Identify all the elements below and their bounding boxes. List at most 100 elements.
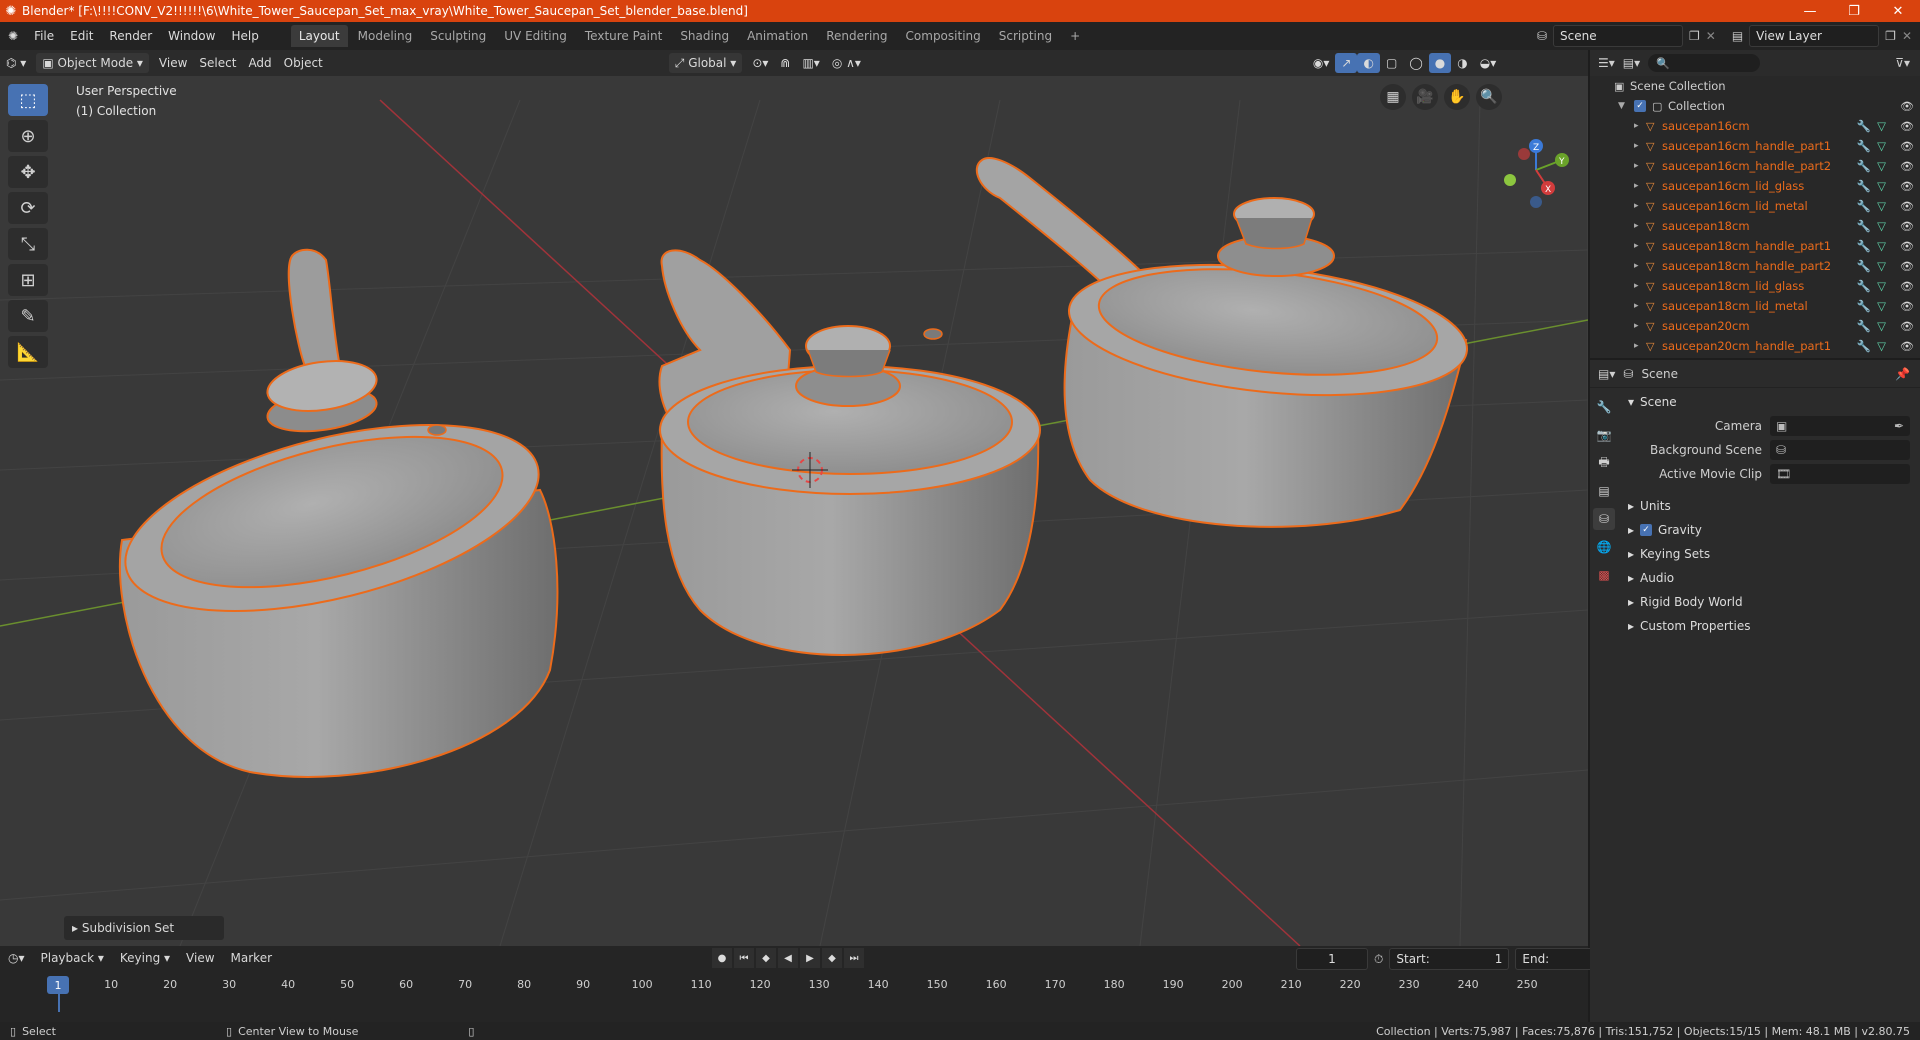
expand-chevron-icon[interactable]: ▸ [1634,221,1646,231]
scale-tool-icon[interactable]: ⤡ [8,228,48,260]
visibility-icon[interactable]: ◉▾ [1307,53,1336,73]
audio-panel-header[interactable]: ▸ Audio [1620,566,1920,590]
restore-icon[interactable]: ❐ [1832,0,1876,22]
annotate-tool-icon[interactable]: ✎ [8,300,48,332]
gravity-checkbox[interactable]: ✓ [1640,524,1653,536]
eye-icon[interactable]: 👁 [1900,300,1914,313]
shading-rendered-icon[interactable]: ◒▾ [1474,53,1503,73]
toggle-camera-ortho-icon[interactable]: ▦ [1380,84,1406,110]
outliner-editor[interactable]: ☰▾ ▤▾ 🔍 ⊽▾ ▣ Scene Collection ▼ ✓ ▢ Coll… [1590,50,1920,358]
transform-orientation-dropdown[interactable]: ⤢ Global ▾ [668,53,743,73]
expand-chevron-icon[interactable]: ▸ [1634,321,1646,331]
measure-tool-icon[interactable]: 📐 [8,336,48,368]
outliner-object-row[interactable]: ▸ ▽ saucepan18cm 🔧 ▽ 👁 [1590,216,1920,236]
mesh-data-icon[interactable]: ▽ [1877,199,1886,213]
modifier-wrench-icon[interactable]: 🔧 [1857,239,1871,253]
eye-icon[interactable]: 👁 [1900,220,1914,233]
current-frame-indicator[interactable]: 1 [47,976,69,994]
modifier-wrench-icon[interactable]: 🔧 [1857,299,1871,313]
menu-playback[interactable]: Playback ▾ [33,951,112,965]
move-tool-icon[interactable]: ✥ [8,156,48,188]
mesh-data-icon[interactable]: ▽ [1877,119,1886,133]
properties-editor[interactable]: ▤▾ ⛁ Scene 📌 🔧 📷 🖶 ▤ ⛁ 🌐 ▩ ▾ Scene Camer… [1590,360,1920,1022]
shading-solid-icon[interactable]: ● [1428,53,1452,73]
outliner-object-row[interactable]: ▸ ▽ saucepan18cm_handle_part1 🔧 ▽ 👁 [1590,236,1920,256]
eye-icon[interactable]: 👁 [1900,160,1914,173]
scene-tab-icon[interactable]: ⛁ [1593,508,1615,530]
scene-panel-header[interactable]: ▾ Scene [1620,390,1920,414]
expand-chevron-icon[interactable]: ▸ [1634,301,1646,311]
eye-icon[interactable]: 👁 [1900,200,1914,213]
view-layer-icon[interactable]: ▤ [1732,29,1743,43]
jump-end-icon[interactable]: ⏭ [844,948,864,968]
pin-icon[interactable]: 📌 [1895,367,1910,381]
prev-keyframe-icon[interactable]: ◆ [756,948,776,968]
outliner-search-input[interactable]: 🔍 [1648,54,1761,72]
editor-type-icon[interactable]: ⌬ ▾ [0,53,32,73]
tab-compositing[interactable]: Compositing [898,25,989,47]
texture-tab-icon[interactable]: ▩ [1593,564,1615,586]
delete-view-layer-icon[interactable]: ✕ [1902,29,1912,43]
rotate-tool-icon[interactable]: ⟳ [8,192,48,224]
eye-icon[interactable]: 👁 [1900,340,1914,353]
editor-type-icon[interactable]: ☰▾ [1598,56,1615,70]
modifier-wrench-icon[interactable]: 🔧 [1857,279,1871,293]
active-movie-clip-field[interactable]: 🎞 [1770,464,1910,484]
background-scene-field[interactable]: ⛁ [1770,440,1910,460]
keying-sets-panel-header[interactable]: ▸ Keying Sets [1620,542,1920,566]
expand-chevron-icon[interactable]: ▸ [1634,241,1646,251]
menu-keying[interactable]: Keying ▾ [112,951,178,965]
mesh-data-icon[interactable]: ▽ [1877,339,1886,353]
shading-wireframe-icon[interactable]: ◯ [1403,53,1428,73]
menu-marker[interactable]: Marker [223,951,280,965]
next-keyframe-icon[interactable]: ◆ [822,948,842,968]
eye-icon[interactable]: 👁 [1900,120,1914,133]
menu-add[interactable]: Add [242,53,277,73]
outliner-object-row[interactable]: ▸ ▽ saucepan16cm_handle_part1 🔧 ▽ 👁 [1590,136,1920,156]
expand-chevron-icon[interactable]: ▼ [1618,101,1630,111]
tab-texture-paint[interactable]: Texture Paint [577,25,670,47]
menu-window[interactable]: Window [160,22,223,50]
eyedropper-icon[interactable]: ✒ [1894,419,1904,433]
tab-animation[interactable]: Animation [739,25,816,47]
timeline-ruler[interactable]: 1 10 20 30 40 50 60 70 80 90 100 110 120 130 140 150 160… [0,972,1588,1012]
outliner-object-row[interactable]: ▸ ▽ saucepan20cm_handle_part1 🔧 ▽ 👁 [1590,336,1920,356]
menu-render[interactable]: Render [101,22,160,50]
mesh-data-icon[interactable]: ▽ [1877,159,1886,173]
minimize-icon[interactable]: — [1788,0,1832,22]
view-layer-tab-icon[interactable]: ▤ [1593,480,1615,502]
cursor-tool-icon[interactable]: ⊕ [8,120,48,152]
mesh-data-icon[interactable]: ▽ [1877,319,1886,333]
new-scene-icon[interactable]: ❐ [1689,29,1700,43]
modifier-wrench-icon[interactable]: 🔧 [1857,319,1871,333]
menu-edit[interactable]: Edit [62,22,101,50]
menu-object[interactable]: Object [278,53,329,73]
editor-type-icon[interactable]: ✺ [0,22,26,50]
eye-icon[interactable]: 👁 [1900,320,1914,333]
pan-hand-icon[interactable]: ✋ [1444,84,1470,110]
editor-type-icon[interactable]: ◷▾ [0,951,33,965]
scene-collection-row[interactable]: ▣ Scene Collection [1590,76,1920,96]
mesh-data-icon[interactable]: ▽ [1877,179,1886,193]
start-frame-field[interactable]: Start: 1 [1389,948,1510,970]
play-icon[interactable]: ▶ [800,948,820,968]
modifier-wrench-icon[interactable]: 🔧 [1857,179,1871,193]
outliner-object-row[interactable]: ▸ ▽ saucepan16cm_lid_glass 🔧 ▽ 👁 [1590,176,1920,196]
menu-help[interactable]: Help [223,22,266,50]
expand-chevron-icon[interactable]: ▸ [1634,341,1646,351]
snap-icon[interactable]: ⋒ [774,53,796,73]
eye-icon[interactable]: 👁 [1900,240,1914,253]
view-layer-selector[interactable]: View Layer [1749,25,1880,47]
pivot-point-icon[interactable]: ⊙▾ [746,53,774,73]
delete-scene-icon[interactable]: ✕ [1706,29,1716,43]
close-icon[interactable]: ✕ [1876,0,1920,22]
outliner-object-row[interactable]: ▸ ▽ saucepan16cm_handle_part2 🔧 ▽ 👁 [1590,156,1920,176]
play-reverse-icon[interactable]: ◀ [778,948,798,968]
gizmo-toggle-icon[interactable]: ↗ [1335,53,1358,73]
current-frame-field[interactable]: 1 [1296,948,1368,970]
scene-icon[interactable]: ⛁ [1537,29,1547,43]
tab-scripting[interactable]: Scripting [991,25,1060,47]
outliner-object-row[interactable]: ▸ ▽ saucepan18cm_lid_metal 🔧 ▽ 👁 [1590,296,1920,316]
mesh-data-icon[interactable]: ▽ [1877,139,1886,153]
expand-chevron-icon[interactable]: ▸ [1634,181,1646,191]
